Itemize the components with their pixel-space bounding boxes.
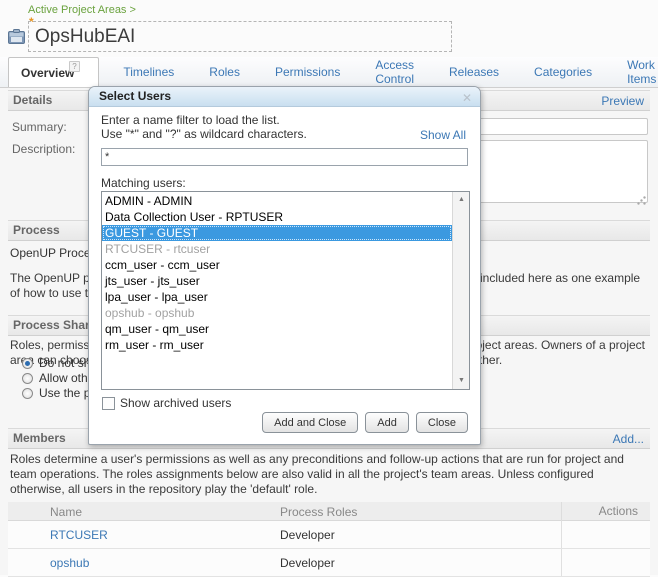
radio-icon[interactable] [22, 388, 33, 399]
dialog-instructions-line1: Enter a name filter to load the list. [101, 113, 280, 127]
member-role: Developer [280, 556, 561, 570]
add-button[interactable]: Add [365, 412, 409, 433]
tab[interactable]: Timelines [119, 57, 178, 87]
user-list-item[interactable]: qm_user - qm_user [102, 321, 452, 337]
column-name: Name [50, 505, 280, 519]
opshub: opshub Developer [8, 549, 650, 577]
dialog-instructions-line2: Use "*" and "?" as wildcard characters. [101, 127, 307, 141]
user-list-item[interactable]: ADMIN - ADMIN [102, 193, 452, 209]
user-list-item[interactable]: RTCUSER - rtcuser [102, 241, 452, 257]
dialog-titlebar[interactable]: Select Users ✕ [89, 87, 480, 107]
user-list-item[interactable]: jts_user - jts_user [102, 273, 452, 289]
user-list-item[interactable]: ccm_user - ccm_user [102, 257, 452, 273]
tab-bar: Overview Timelines Roles Permissions Access … [0, 57, 658, 88]
details-header-label: Details [13, 93, 52, 107]
project-name-input[interactable] [28, 21, 452, 52]
members-header-label: Members [13, 431, 66, 445]
radio-icon[interactable] [22, 373, 33, 384]
show-all-link[interactable]: Show All [420, 128, 466, 142]
name-filter-input[interactable] [101, 148, 468, 166]
show-archived-row[interactable]: Show archived users [102, 396, 231, 410]
user-list-item[interactable]: GUEST - GUEST [102, 225, 452, 241]
show-archived-checkbox[interactable] [102, 397, 115, 410]
breadcrumb[interactable]: Active Project Areas > [28, 4, 136, 16]
member-actions-cell [561, 549, 650, 576]
add-member-link[interactable]: Add... [613, 430, 644, 449]
close-icon[interactable]: ✕ [462, 89, 472, 108]
summary-label: Summary: [12, 120, 67, 134]
member-name-link[interactable]: opshub [50, 556, 280, 570]
user-list-item[interactable]: lpa_user - lpa_user [102, 289, 452, 305]
user-list-item[interactable]: rm_user - rm_user [102, 337, 452, 353]
scroll-down-icon[interactable]: ▼ [453, 373, 470, 389]
preview-link[interactable]: Preview [601, 92, 644, 111]
dialog-buttons: Add and Close Add Close [262, 412, 468, 433]
member-name-link[interactable]: RTCUSER [50, 528, 280, 542]
column-process-roles: Process Roles [280, 505, 561, 519]
add-and-close-button[interactable]: Add and Close [262, 412, 358, 433]
tab[interactable]: Permissions [271, 57, 344, 87]
column-actions: Actions [561, 502, 650, 521]
members-description: Roles determine a user's permissions as … [10, 452, 648, 497]
tab[interactable]: Categories [530, 57, 596, 87]
RTCUSER: RTCUSER Developer [8, 521, 650, 549]
project-area-icon [8, 29, 25, 44]
select-users-dialog: Select Users ✕ Enter a name filter to lo… [88, 86, 481, 445]
listbox-scrollbar[interactable]: ▲ ▼ [452, 192, 469, 389]
members-table: Name Process Roles Actions RTCUSER Devel… [8, 502, 650, 577]
user-list-item[interactable]: Data Collection User - RPTUSER [102, 209, 452, 225]
resize-grip-icon[interactable] [637, 196, 646, 205]
tab[interactable]: Work Items [623, 57, 658, 87]
process-header-label: Process [13, 223, 60, 237]
tab[interactable]: Roles [205, 57, 244, 87]
tab[interactable]: Releases [445, 57, 503, 87]
dialog-title: Select Users [99, 89, 171, 103]
tab[interactable]: Overview [8, 57, 99, 87]
user-list-item[interactable]: opshub - opshub [102, 305, 452, 321]
radio-icon[interactable] [22, 358, 33, 369]
close-button[interactable]: Close [416, 412, 468, 433]
tab[interactable]: Access Control [371, 57, 418, 87]
show-archived-label: Show archived users [120, 396, 231, 410]
member-actions-cell [561, 521, 650, 548]
member-role: Developer [280, 528, 561, 542]
help-icon[interactable]: ? [69, 61, 80, 72]
members-table-header: Name Process Roles Actions [8, 502, 650, 521]
matching-users-label: Matching users: [101, 176, 186, 190]
matching-users-listbox: ADMIN - ADMINData Collection User - RPTU… [101, 191, 470, 390]
description-label: Description: [12, 142, 75, 156]
scroll-up-icon[interactable]: ▲ [453, 192, 470, 208]
